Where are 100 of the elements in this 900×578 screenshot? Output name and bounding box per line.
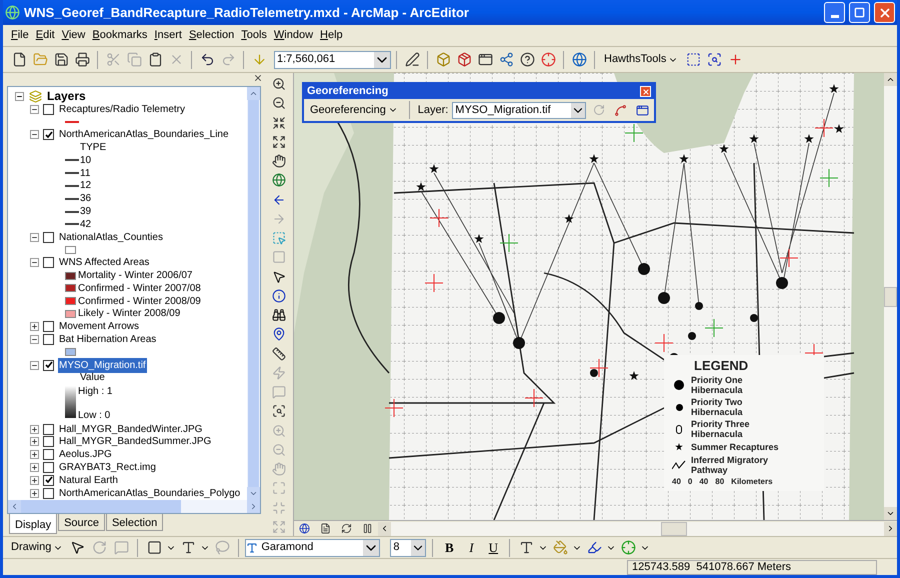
menu-item[interactable]: View [62, 27, 86, 44]
layer-checkbox[interactable] [43, 474, 54, 486]
plus-icon [31, 464, 38, 471]
collapse-toggle[interactable] [30, 130, 39, 140]
expand-toggle[interactable] [30, 488, 39, 498]
font-dropdown[interactable]: Garamond [245, 538, 380, 556]
legend-label: 36 [80, 192, 92, 206]
bold-button[interactable]: B [439, 538, 460, 558]
layer-name[interactable]: Recaptures/Radio Telemetry [58, 102, 186, 117]
expand-toggle[interactable] [30, 322, 39, 332]
scroll-thumb[interactable] [884, 286, 897, 306]
layer-checkbox[interactable] [43, 334, 54, 346]
layer-dropdown[interactable]: MYSO_Migration.tif [452, 102, 586, 118]
expand-toggle[interactable] [30, 424, 39, 434]
legend-heading: Value [80, 371, 105, 386]
menu-item[interactable]: Window [274, 27, 314, 44]
layer-checkbox[interactable] [43, 104, 54, 115]
horizontal-scrollbar[interactable] [378, 522, 897, 536]
expand-toggle[interactable] [30, 463, 39, 472]
menu-item[interactable]: Selection [188, 27, 234, 44]
menu-item[interactable]: Tools [241, 27, 267, 44]
gradient-ramp [65, 386, 76, 418]
layer-checkbox[interactable] [43, 321, 54, 332]
menu-item[interactable]: Edit [36, 27, 55, 44]
maximize-button[interactable] [849, 2, 870, 23]
minimize-button[interactable] [824, 2, 845, 23]
layer-checkbox[interactable] [43, 257, 54, 268]
scroll-thumb[interactable] [661, 522, 687, 536]
plus-icon [31, 476, 38, 484]
layer-name[interactable]: NationalAtlas_Counties [58, 230, 164, 245]
legend-label: Inferred Migratory Pathway [691, 455, 770, 475]
legend-label: Confirmed - Winter 2007/08 [78, 282, 201, 296]
plus-icon [31, 323, 38, 330]
panel-tab[interactable]: Selection [106, 514, 164, 531]
layer-name[interactable]: Hall_MYGR_BandedSummer.JPG [58, 434, 212, 450]
layer-checkbox[interactable] [43, 360, 54, 371]
layer-name[interactable]: Hall_MYGR_BandedWinter.JPG [58, 422, 204, 437]
scale-dropdown[interactable]: 1:7,560,061 [274, 50, 391, 68]
vertical-scrollbar[interactable] [884, 73, 897, 520]
plus-icon [31, 438, 38, 446]
georeferencing-menu[interactable]: Georeferencing [307, 102, 401, 118]
italic-button[interactable]: I [461, 538, 482, 558]
expand-toggle[interactable] [30, 450, 39, 460]
layer-name[interactable]: Movement Arrows [58, 319, 140, 334]
legend-label: Likely - Winter 2008/09 [78, 307, 180, 322]
legend-label: Low : 0 [78, 408, 112, 423]
font-type-icon [246, 542, 258, 554]
legend-label: High : 1 [78, 385, 112, 400]
layer-checkbox[interactable] [43, 129, 54, 140]
layer-checkbox[interactable] [43, 449, 54, 460]
collapse-toggle[interactable] [15, 92, 24, 101]
layer-name[interactable]: NorthAmericanAtlas_Boundaries_Line [58, 127, 230, 142]
legend-label: Mortality - Winter 2006/07 [78, 269, 192, 284]
layer-checkbox[interactable] [43, 424, 54, 435]
coordinates-display: 125743.589 541078.667 Meters [627, 560, 877, 574]
menu-item[interactable]: Bookmarks [92, 27, 148, 44]
scale-label: 40 [699, 477, 708, 487]
scale-label: 80 [715, 477, 724, 487]
legend-label: Priority Three Hibernacula [691, 419, 751, 439]
layer-checkbox[interactable] [43, 232, 54, 243]
toolbar-title: Georeferencing [307, 84, 388, 100]
panel-tab[interactable]: Display [9, 514, 58, 534]
collapse-toggle[interactable] [30, 335, 39, 344]
legend-label: Priority Two Hibernacula [691, 397, 744, 417]
scale-label: Kilometers [731, 477, 773, 487]
layer-name[interactable]: Aeolus.JPG [58, 447, 113, 462]
close-button[interactable] [640, 86, 651, 97]
menu-item[interactable]: Insert [154, 27, 182, 44]
menu-item[interactable]: File [11, 27, 29, 44]
layer-checkbox[interactable] [43, 436, 54, 448]
font-size-dropdown[interactable]: 8 [390, 538, 426, 556]
underline-button[interactable]: U [483, 538, 504, 558]
hawthstools-menu[interactable]: HawthsTools [600, 51, 682, 68]
layer-name[interactable]: WNS Affected Areas [58, 255, 150, 270]
expand-toggle[interactable] [30, 476, 39, 485]
panel-tab[interactable]: Source [58, 514, 105, 531]
collapse-toggle[interactable] [30, 232, 39, 242]
layer-checkbox[interactable] [43, 462, 54, 473]
plus-icon [31, 426, 38, 433]
close-button[interactable] [874, 2, 895, 23]
maximize-icon [854, 7, 865, 18]
menu-item[interactable]: Help [320, 27, 343, 44]
layer-label: Layer: [418, 102, 448, 118]
layer-name[interactable]: Bat Hibernation Areas [58, 332, 158, 348]
collapse-toggle[interactable] [30, 360, 39, 370]
legend-title: LEGEND [694, 358, 748, 373]
collapse-toggle[interactable] [30, 258, 39, 268]
layer-name[interactable]: MYSO_Migration.tif [58, 358, 147, 373]
layer-name[interactable]: NorthAmericanAtlas_Boundaries_Polygo [58, 486, 242, 500]
legend-label: 11 [80, 166, 90, 181]
collapse-toggle[interactable] [30, 104, 39, 114]
layer-checkbox[interactable] [43, 488, 54, 499]
layer-name[interactable]: GRAYBAT3_Rect.img [58, 460, 157, 476]
expand-toggle[interactable] [30, 437, 39, 446]
legend-label: 42 [80, 218, 92, 232]
app-globe-icon [5, 5, 20, 20]
layer-name[interactable]: Natural Earth [58, 472, 119, 488]
drawing-menu[interactable]: Drawing [9, 539, 66, 556]
window-title: WNS_Georef_BandRecapture_RadioTelemetry.mxd - ArcMap - ArcEditor [24, 4, 470, 22]
close-icon [878, 6, 892, 20]
